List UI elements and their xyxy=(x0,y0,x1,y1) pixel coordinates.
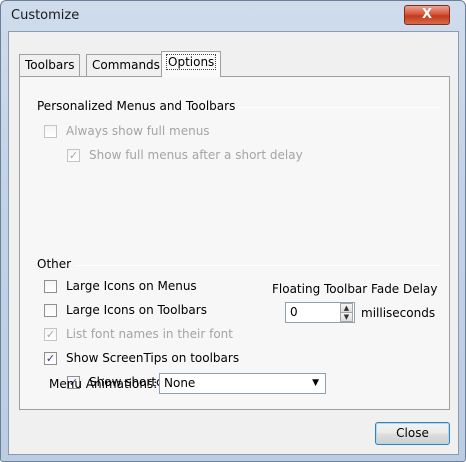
menu-animations-value: None xyxy=(164,376,196,390)
fade-delay-unit: milliseconds xyxy=(361,306,436,320)
always-show-full-menus-checkbox[interactable] xyxy=(44,125,57,138)
close-icon[interactable]: X xyxy=(404,5,450,25)
other-divider xyxy=(76,265,441,266)
list-font-names-label: List font names in their font xyxy=(66,327,233,341)
window-title: Customize xyxy=(11,8,80,23)
show-full-after-delay-label: Show full menus after a short delay xyxy=(89,148,303,162)
large-icons-menus-label: Large Icons on Menus xyxy=(66,279,197,293)
customize-window: Customize X Toolbars Commands Options Pe… xyxy=(0,0,466,462)
other-heading: Other xyxy=(37,257,72,271)
menu-animations-label: Menu Animations: xyxy=(49,377,158,391)
menu-animations-select[interactable]: None ▼ xyxy=(159,373,326,394)
always-show-full-menus-label: Always show full menus xyxy=(66,124,210,138)
options-panel: Personalized Menus and Toolbars Always s… xyxy=(19,76,450,410)
large-icons-menus-checkbox[interactable] xyxy=(44,280,57,293)
large-icons-toolbars-checkbox[interactable] xyxy=(44,304,57,317)
chevron-down-icon: ▼ xyxy=(312,378,319,388)
tab-toolbars[interactable]: Toolbars xyxy=(19,54,81,76)
personalized-divider xyxy=(238,107,441,108)
show-screentips-label: Show ScreenTips on toolbars xyxy=(66,351,240,365)
tab-options-label: Options xyxy=(165,54,217,70)
title-bar[interactable]: Customize X xyxy=(1,1,465,31)
tab-commands[interactable]: Commands xyxy=(86,54,166,76)
close-button[interactable]: Close xyxy=(375,422,450,445)
dialog-client-area: Toolbars Commands Options Personalized M… xyxy=(8,31,459,455)
show-full-after-delay-checkbox[interactable]: ✓ xyxy=(67,149,80,162)
fade-delay-label: Floating Toolbar Fade Delay xyxy=(272,282,438,296)
spin-down-icon[interactable]: ▼ xyxy=(340,312,353,322)
list-font-names-checkbox[interactable]: ✓ xyxy=(44,328,57,341)
tab-options[interactable]: Options xyxy=(161,51,222,77)
personalized-heading: Personalized Menus and Toolbars xyxy=(37,99,236,113)
large-icons-toolbars-label: Large Icons on Toolbars xyxy=(66,303,207,317)
show-screentips-checkbox[interactable]: ✓ xyxy=(44,352,57,365)
